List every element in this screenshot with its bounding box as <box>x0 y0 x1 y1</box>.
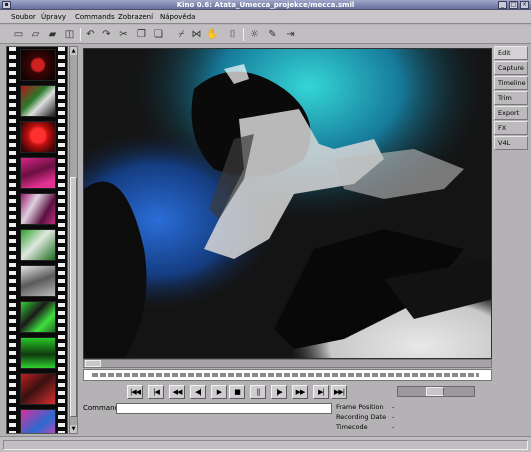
menu-commands[interactable]: Commands <box>72 10 118 24</box>
menu-zobrazeni[interactable]: Zobrazení <box>115 10 156 24</box>
frame-position-label: Frame Position <box>336 403 384 411</box>
join-icon[interactable]: ⋈ <box>190 28 203 41</box>
tab-edit[interactable]: Edit <box>494 46 528 60</box>
timecode-value: - <box>392 423 395 431</box>
timecode-row: Timecode - <box>336 422 456 432</box>
menu-soubor[interactable]: Soubor <box>8 10 39 24</box>
rewind-button[interactable]: ◀◀ <box>169 385 185 399</box>
tab-trim[interactable]: Trim <box>494 91 528 105</box>
statusbar <box>0 436 531 452</box>
clip-icon[interactable]: ⌷ <box>226 28 239 41</box>
cut-icon[interactable]: ✂ <box>117 28 130 41</box>
position-scrubber[interactable] <box>83 369 492 381</box>
timecode-label: Timecode <box>336 423 368 431</box>
eraser-icon[interactable]: ✎ <box>266 28 279 41</box>
tab-capture[interactable]: Capture <box>494 61 528 75</box>
scene-thumbnail[interactable] <box>20 157 56 189</box>
scene-thumbnail[interactable] <box>20 337 56 369</box>
scene-thumbnail[interactable] <box>20 409 56 433</box>
status-message <box>3 440 528 450</box>
scroll-up-icon[interactable]: ▲ <box>70 47 77 55</box>
tab-export[interactable]: Export <box>494 106 528 120</box>
recording-date-label: Recording Date <box>336 413 387 421</box>
scene-thumbnail[interactable] <box>20 85 56 117</box>
menu-upravy[interactable]: Úpravy <box>38 10 69 24</box>
recording-date-row: Recording Date - <box>336 412 456 422</box>
scrubber-ticks <box>92 373 479 377</box>
new-document-icon[interactable]: ▭ <box>12 28 25 41</box>
frame-position-value: - <box>392 403 395 411</box>
window-titlebar: ▪ Kino 0.6: Atata_Umecca_projekce/mecca.… <box>0 0 531 10</box>
menu-napoveda[interactable]: Nápověda <box>157 10 198 24</box>
undo-icon[interactable]: ↶ <box>84 28 97 41</box>
tab-v4l[interactable]: V4L <box>494 136 528 150</box>
toolbar: ▭ ▱ ▰ ◫ ↶ ↷ ✂ ❐ ❏ ⌿ ⋈ ✋ ⌷ ☼ ✎ ⇥ <box>0 25 531 44</box>
filmstrip-scrollbar-handle[interactable] <box>70 177 77 417</box>
paste-icon[interactable]: ❏ <box>152 28 165 41</box>
frame-position-row: Frame Position - <box>336 402 456 412</box>
film-perforations-right <box>58 47 65 433</box>
end-button[interactable]: ▶▶| <box>331 385 347 399</box>
scene-thumbnail[interactable] <box>20 49 56 81</box>
minimize-icon[interactable]: _ <box>498 1 507 9</box>
scene-thumbnail[interactable] <box>20 301 56 333</box>
scene-thumbnail[interactable] <box>20 193 56 225</box>
menubar: Soubor Úpravy Commands Zobrazení Nápověd… <box>0 10 531 24</box>
scene-thumbnail[interactable] <box>20 265 56 297</box>
shuttle-slider[interactable] <box>397 386 475 397</box>
pause-button[interactable]: || <box>250 385 266 399</box>
next-scene-button[interactable]: ▶| <box>313 385 329 399</box>
play-button[interactable]: ▶ <box>211 385 227 399</box>
scene-thumbnail[interactable] <box>20 121 56 153</box>
start-button[interactable]: |◀◀ <box>127 385 143 399</box>
scene-filmstrip[interactable] <box>6 46 68 434</box>
film-perforations-left <box>9 47 16 433</box>
fast-forward-button[interactable]: ▶▶ <box>292 385 308 399</box>
video-preview <box>83 48 492 359</box>
back-frame-button[interactable]: ◀| <box>190 385 206 399</box>
command-input[interactable] <box>116 403 332 414</box>
save-as-icon[interactable]: ◫ <box>63 28 76 41</box>
save-icon[interactable]: ▰ <box>46 28 59 41</box>
prev-scene-button[interactable]: |◀ <box>148 385 164 399</box>
video-frame-image <box>84 49 491 358</box>
scroll-down-icon[interactable]: ▼ <box>70 425 77 433</box>
video-scrollbar[interactable] <box>83 359 492 368</box>
window-title: Kino 0.6: Atata_Umecca_projekce/mecca.sm… <box>176 1 355 9</box>
exit-icon[interactable]: ⇥ <box>284 28 297 41</box>
scene-thumbnail[interactable] <box>20 229 56 261</box>
command-label: Command <box>83 404 119 412</box>
stop-button[interactable]: ■ <box>229 385 245 399</box>
toolbar-separator <box>243 28 244 41</box>
filmstrip-scrollbar[interactable]: ▲ ▼ <box>69 46 78 434</box>
forward-frame-button[interactable]: |▶ <box>271 385 287 399</box>
hand-icon[interactable]: ✋ <box>206 28 219 41</box>
toolbar-separator <box>80 28 81 41</box>
maximize-icon[interactable]: □ <box>509 1 518 9</box>
recording-date-value: - <box>392 413 395 421</box>
close-icon[interactable]: × <box>520 1 529 9</box>
shuttle-handle[interactable] <box>426 387 444 396</box>
transport-controls: |◀◀ |◀ ◀◀ ◀| ▶ ■ || |▶ ▶▶ ▶| ▶▶| <box>127 385 351 399</box>
copy-icon[interactable]: ❐ <box>135 28 148 41</box>
redo-icon[interactable]: ↷ <box>100 28 113 41</box>
preferences-icon[interactable]: ☼ <box>248 28 261 41</box>
tab-timeline[interactable]: Timeline <box>494 76 528 90</box>
video-scrollbar-handle[interactable] <box>85 360 101 367</box>
tab-fx[interactable]: FX <box>494 121 528 135</box>
open-icon[interactable]: ▱ <box>29 28 42 41</box>
scene-thumbnail[interactable] <box>20 373 56 405</box>
split-scene-icon[interactable]: ⌿ <box>175 28 188 41</box>
